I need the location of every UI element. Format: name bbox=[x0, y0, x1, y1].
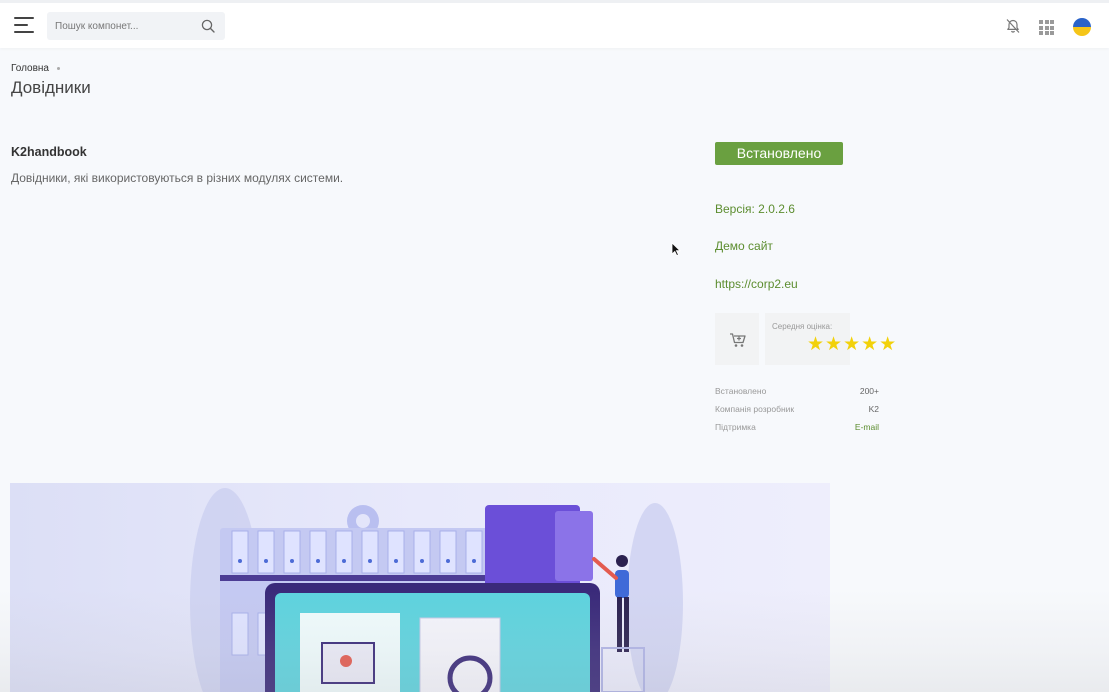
component-name: K2handbook bbox=[11, 145, 87, 159]
info-label: Компанія розробник bbox=[715, 404, 795, 414]
add-to-cart-button[interactable] bbox=[715, 313, 759, 365]
info-value: 200+ bbox=[859, 386, 879, 396]
search-input[interactable] bbox=[55, 17, 195, 35]
info-value: K2 bbox=[868, 404, 879, 414]
website-link[interactable]: https://corp2.eu bbox=[715, 277, 798, 291]
support-email-link[interactable]: E-mail bbox=[855, 422, 879, 432]
cart-icon bbox=[730, 333, 746, 347]
breadcrumb-separator bbox=[57, 66, 60, 70]
apps-grid-icon[interactable] bbox=[1039, 20, 1054, 35]
info-label: Підтримка bbox=[715, 422, 756, 432]
search-icon[interactable] bbox=[201, 19, 215, 33]
page-title: Довідники bbox=[11, 78, 91, 97]
installed-button[interactable]: Встановлено bbox=[715, 142, 843, 165]
info-row-developer: Компанія розробник K2 bbox=[715, 404, 879, 414]
ukraine-flag-icon[interactable] bbox=[1073, 18, 1091, 36]
info-row-support: Підтримка E-mail bbox=[715, 422, 879, 432]
breadcrumb: Головна bbox=[11, 63, 60, 74]
notification-off-icon[interactable] bbox=[1005, 18, 1021, 34]
info-row-installs: Встановлено 200+ bbox=[715, 386, 879, 396]
demo-site-link[interactable]: Демо сайт bbox=[715, 239, 773, 253]
version-label: Версія: 2.0.2.6 bbox=[715, 202, 795, 216]
search-box[interactable] bbox=[47, 12, 225, 40]
info-label: Встановлено bbox=[715, 386, 767, 396]
component-hero-illustration bbox=[10, 483, 830, 692]
rating-stars[interactable]: ★★★★★ bbox=[807, 333, 897, 355]
mouse-cursor-icon bbox=[671, 242, 681, 256]
hamburger-menu-icon[interactable] bbox=[14, 17, 34, 35]
rating-label: Середня оцінка: bbox=[772, 322, 833, 331]
illustration-svg bbox=[190, 488, 683, 692]
component-description: Довідники, які використовуються в різних… bbox=[11, 171, 344, 185]
top-bar bbox=[0, 0, 1109, 48]
breadcrumb-home-link[interactable]: Головна bbox=[11, 63, 49, 74]
